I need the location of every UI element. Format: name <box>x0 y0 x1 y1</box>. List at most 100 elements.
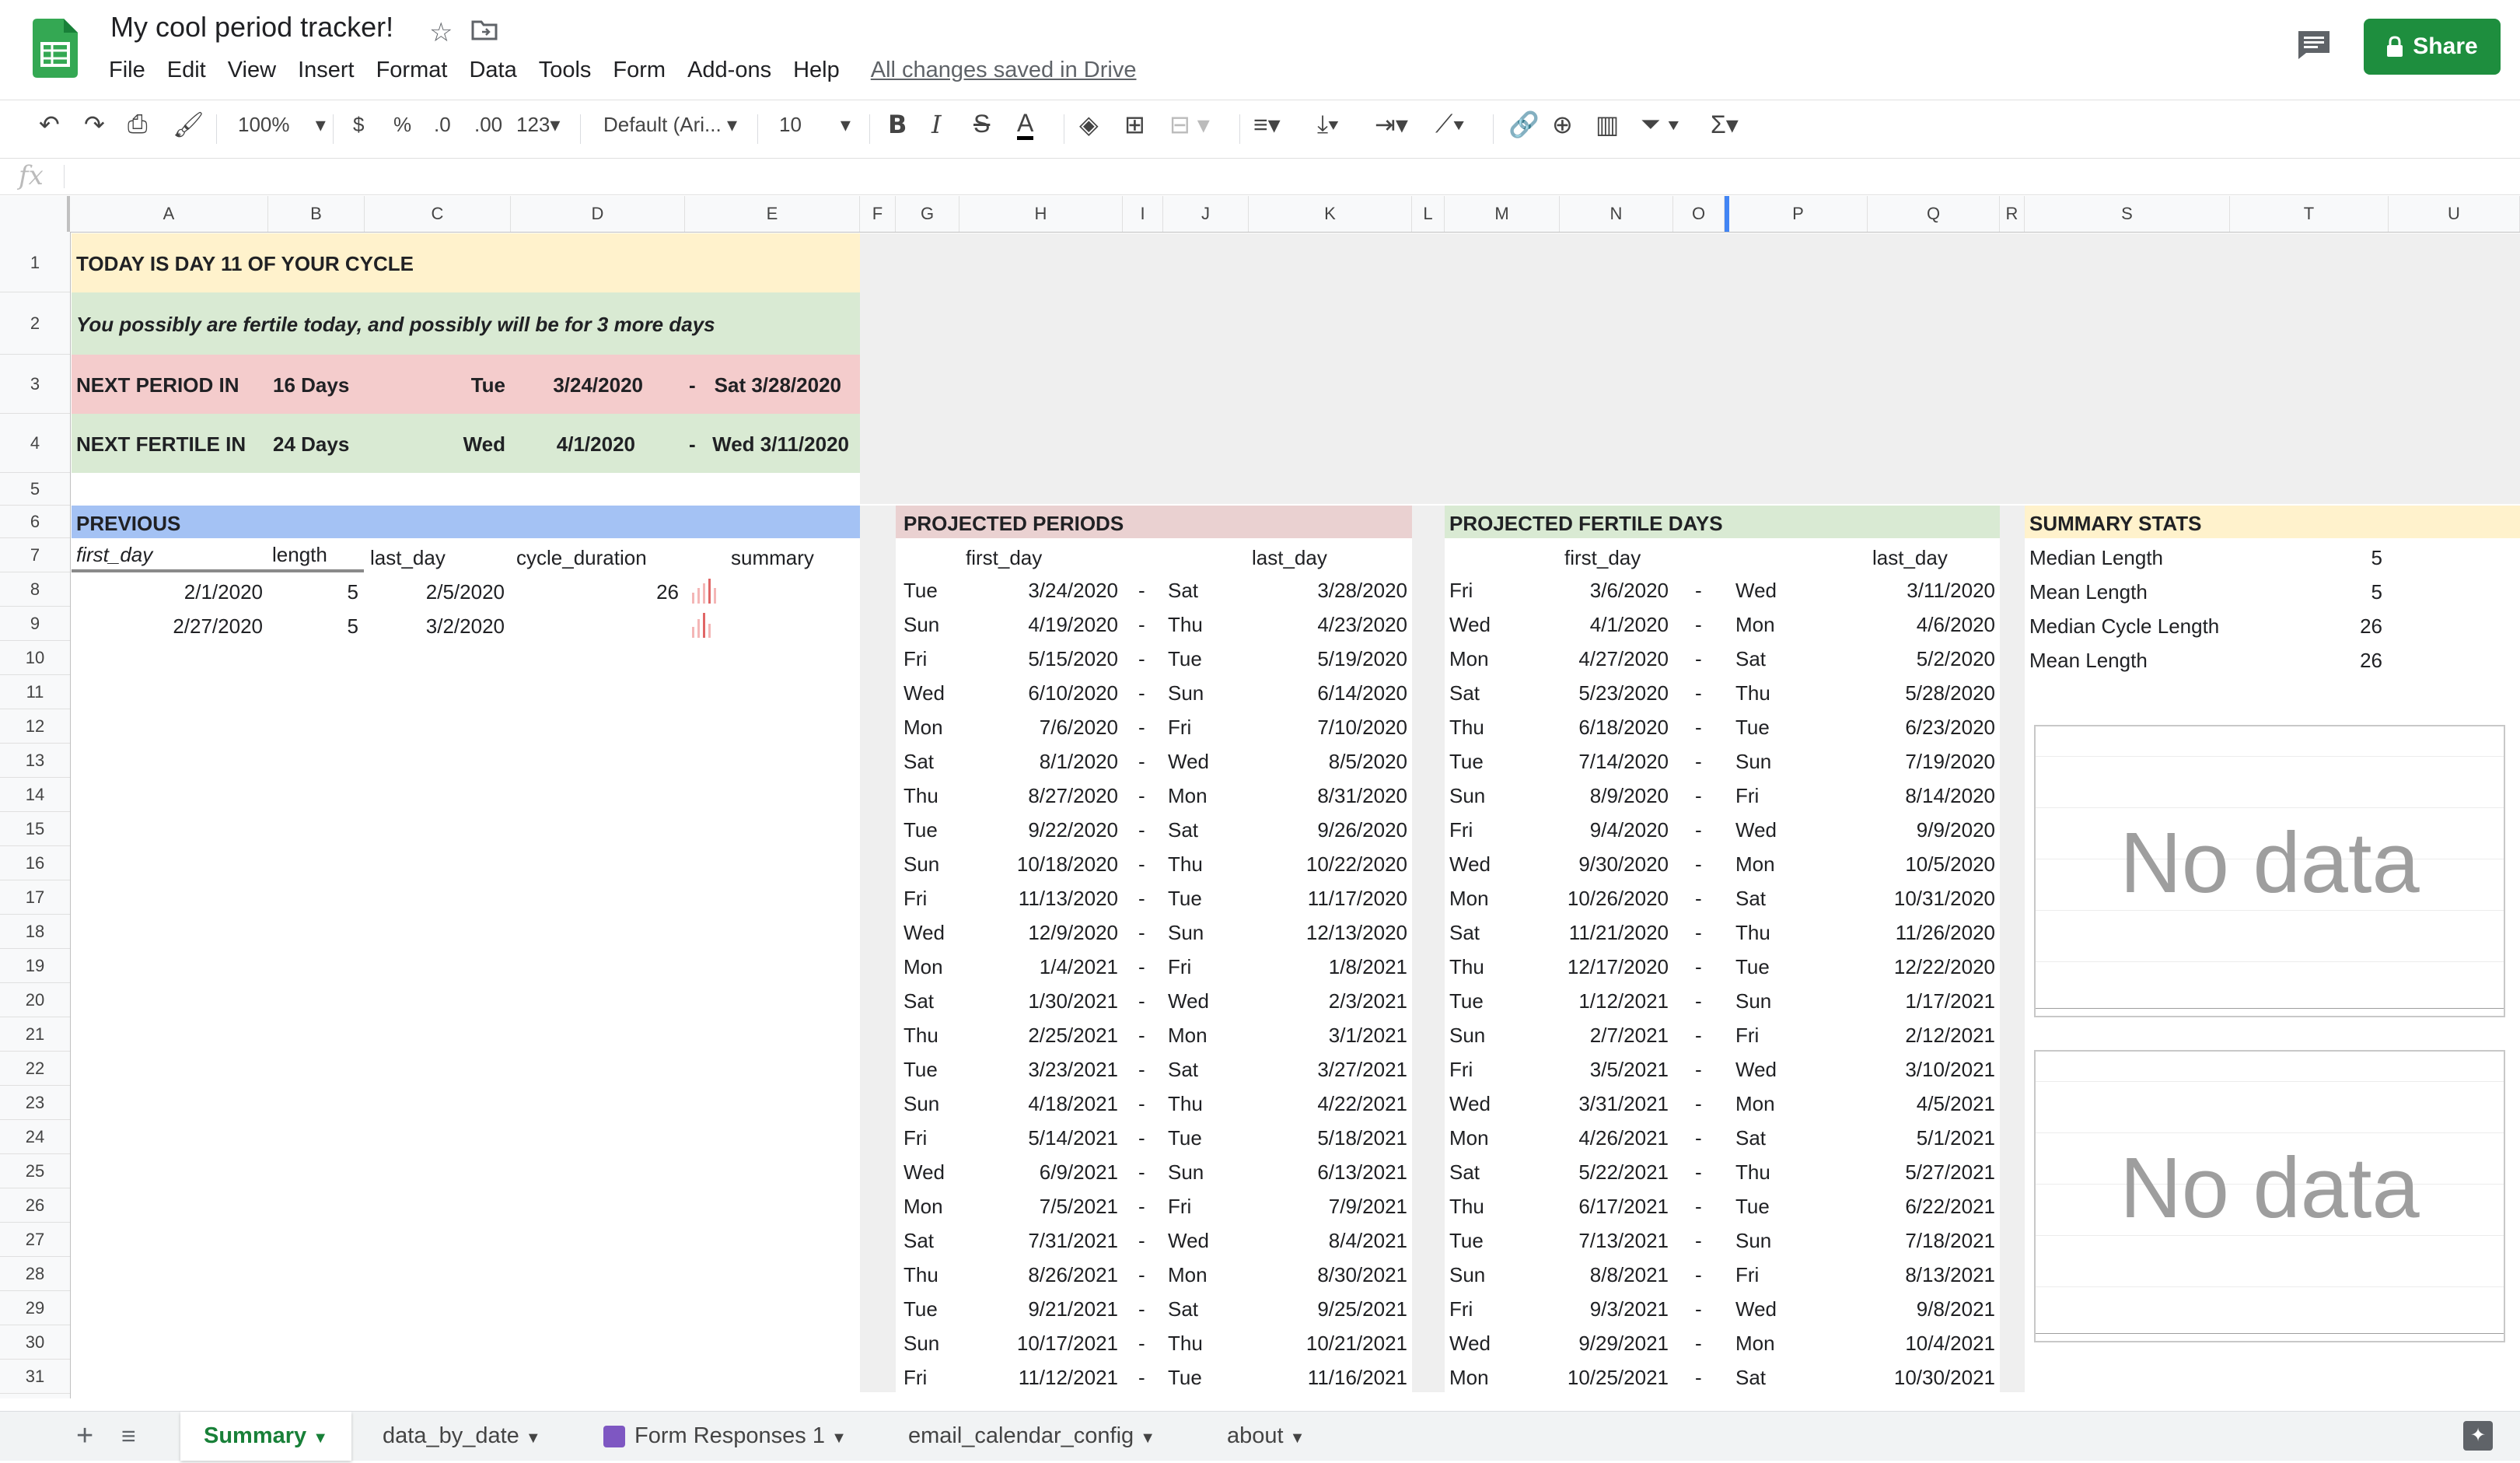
period-row-6-end-dow[interactable]: Wed <box>1168 750 1209 774</box>
period-row-18-end-dow[interactable]: Sun <box>1168 1160 1204 1185</box>
fertile-row-5-end-dow[interactable]: Tue <box>1735 716 1770 740</box>
stat-median-length-label[interactable]: Median Length <box>2029 546 2163 570</box>
period-row-5-end-date[interactable]: 7/10/2020 <box>1249 716 1407 740</box>
column-header-e[interactable]: E <box>685 196 860 232</box>
period-row-7-start-date[interactable]: 8/27/2020 <box>959 784 1118 808</box>
print-icon[interactable]: ⎙ <box>128 110 148 139</box>
period-row-17-end-dow[interactable]: Tue <box>1168 1126 1202 1150</box>
fertile-row-15-end-date[interactable]: 3/10/2021 <box>1868 1058 1995 1082</box>
fertile-row-21-start-date[interactable]: 8/8/2021 <box>1560 1263 1669 1287</box>
period-row-9-end-dow[interactable]: Thu <box>1168 852 1203 877</box>
previous-row-1-first-day[interactable]: 2/1/2020 <box>72 580 263 604</box>
fertile-row-10-start-date[interactable]: 10/26/2020 <box>1560 887 1669 911</box>
period-row-14-end-date[interactable]: 3/1/2021 <box>1249 1024 1407 1048</box>
fertile-row-9-end-date[interactable]: 10/5/2020 <box>1868 852 1995 877</box>
menu-edit[interactable]: Edit <box>167 58 206 83</box>
fertile-row-2-start-date[interactable]: 4/1/2020 <box>1560 613 1669 637</box>
stat-mean-cycle-length-label[interactable]: Mean Length <box>2029 649 2148 673</box>
filter-icon[interactable]: ⏷ ▾ <box>1641 110 1679 139</box>
previous-header[interactable]: PREVIOUS <box>76 512 180 536</box>
period-row-8-start-date[interactable]: 9/22/2020 <box>959 818 1118 842</box>
period-row-6-end-date[interactable]: 8/5/2020 <box>1249 750 1407 774</box>
period-row-20-end-dow[interactable]: Wed <box>1168 1229 1209 1253</box>
period-row-14-start-date[interactable]: 2/25/2021 <box>959 1024 1118 1048</box>
previous-row-1-last-day[interactable]: 2/5/2020 <box>365 580 505 604</box>
fertile-row-5-start-dow[interactable]: Thu <box>1449 716 1484 740</box>
fertile-row-15-start-date[interactable]: 3/5/2021 <box>1560 1058 1669 1082</box>
fertile-row-3-start-date[interactable]: 4/27/2020 <box>1560 647 1669 671</box>
column-header-p[interactable]: P <box>1725 196 1868 232</box>
fertile-row-19-end-dow[interactable]: Tue <box>1735 1195 1770 1219</box>
fertile-row-6-end-date[interactable]: 7/19/2020 <box>1868 750 1995 774</box>
fertile-row-4-end-date[interactable]: 5/28/2020 <box>1868 681 1995 705</box>
fertile-row-16-start-dow[interactable]: Wed <box>1449 1092 1491 1116</box>
percent-format-button[interactable]: % <box>393 113 411 137</box>
period-row-5-start-dow[interactable]: Mon <box>903 716 943 740</box>
column-header-i[interactable]: I <box>1123 196 1163 232</box>
fertile-row-11-end-date[interactable]: 11/26/2020 <box>1868 921 1995 945</box>
fertile-row-1-start-date[interactable]: 3/6/2020 <box>1560 579 1669 603</box>
fertile-row-7-start-dow[interactable]: Sun <box>1449 784 1485 808</box>
fertile-row-13-start-date[interactable]: 1/12/2021 <box>1560 989 1669 1013</box>
fertile-row-9-start-dow[interactable]: Wed <box>1449 852 1491 877</box>
next-fertile-dow[interactable]: Wed <box>435 432 505 457</box>
row-header-27[interactable]: 27 <box>0 1223 70 1257</box>
fertile-row-19-start-dow[interactable]: Thu <box>1449 1195 1484 1219</box>
period-row-1-start-date[interactable]: 3/24/2020 <box>959 579 1118 603</box>
fertile-row-23-end-date[interactable]: 10/4/2021 <box>1868 1332 1995 1356</box>
zoom-select[interactable]: 100% ▾ <box>238 113 326 137</box>
previous-row-2-first-day[interactable]: 2/27/2020 <box>72 614 263 639</box>
tab-about[interactable]: about ▼ <box>1227 1412 1305 1461</box>
row-header-15[interactable]: 15 <box>0 812 70 846</box>
period-row-3-start-date[interactable]: 5/15/2020 <box>959 647 1118 671</box>
fertile-row-4-start-dow[interactable]: Sat <box>1449 681 1480 705</box>
column-header-c[interactable]: C <box>365 196 511 232</box>
select-all-corner[interactable] <box>0 196 70 232</box>
period-row-7-end-dow[interactable]: Mon <box>1168 784 1208 808</box>
period-row-13-start-dow[interactable]: Sat <box>903 989 934 1013</box>
fertile-row-8-end-date[interactable]: 9/9/2020 <box>1868 818 1995 842</box>
period-row-12-end-dow[interactable]: Fri <box>1168 955 1191 979</box>
fertile-row-6-start-dow[interactable]: Tue <box>1449 750 1484 774</box>
fertile-row-18-end-date[interactable]: 5/27/2021 <box>1868 1160 1995 1185</box>
period-row-2-start-date[interactable]: 4/19/2020 <box>959 613 1118 637</box>
fertile-row-12-start-dow[interactable]: Thu <box>1449 955 1484 979</box>
period-row-21-end-date[interactable]: 8/30/2021 <box>1249 1263 1407 1287</box>
fertile-row-14-end-dow[interactable]: Fri <box>1735 1024 1759 1048</box>
tab-data-by-date[interactable]: data_by_date ▼ <box>383 1412 541 1461</box>
fertile-row-11-start-date[interactable]: 11/21/2020 <box>1560 921 1669 945</box>
row-header-4[interactable]: 4 <box>0 414 70 473</box>
period-row-14-start-dow[interactable]: Thu <box>903 1024 938 1048</box>
next-fertile-end[interactable]: Wed 3/11/2020 <box>700 432 849 457</box>
period-row-9-start-date[interactable]: 10/18/2020 <box>959 852 1118 877</box>
previous-row-1-sparkline[interactable] <box>690 577 722 604</box>
period-row-10-end-dow[interactable]: Tue <box>1168 887 1202 911</box>
comment-icon[interactable] <box>2297 30 2331 61</box>
period-row-3-end-dow[interactable]: Tue <box>1168 647 1202 671</box>
previous-col-last-day[interactable]: last_day <box>370 546 446 570</box>
fertile-row-7-start-date[interactable]: 8/9/2020 <box>1560 784 1669 808</box>
period-row-15-start-date[interactable]: 3/23/2021 <box>959 1058 1118 1082</box>
period-row-21-end-dow[interactable]: Mon <box>1168 1263 1208 1287</box>
row-header-5[interactable]: 5 <box>0 473 70 506</box>
text-color-icon[interactable]: A <box>1017 110 1034 140</box>
period-row-21-start-dow[interactable]: Thu <box>903 1263 938 1287</box>
fertile-row-22-start-date[interactable]: 9/3/2021 <box>1560 1297 1669 1321</box>
period-row-15-end-dow[interactable]: Sat <box>1168 1058 1198 1082</box>
row-header-26[interactable]: 26 <box>0 1188 70 1223</box>
row-header-9[interactable]: 9 <box>0 607 70 641</box>
text-wrapping-icon[interactable]: ⇥▾ <box>1375 110 1408 139</box>
fertile-row-13-end-dow[interactable]: Sun <box>1735 989 1771 1013</box>
period-row-22-start-dow[interactable]: Tue <box>903 1297 938 1321</box>
tab-email-calendar-config[interactable]: email_calendar_config ▼ <box>908 1412 1155 1461</box>
row-header-18[interactable]: 18 <box>0 915 70 949</box>
menu-help[interactable]: Help <box>793 58 840 83</box>
fertile-row-20-start-dow[interactable]: Tue <box>1449 1229 1484 1253</box>
move-folder-icon[interactable] <box>471 19 498 40</box>
row-header-3[interactable]: 3 <box>0 355 70 414</box>
fertile-status[interactable]: You possibly are fertile today, and poss… <box>76 313 715 337</box>
currency-format-button[interactable]: $ <box>353 113 364 137</box>
previous-col-first-day[interactable]: first_day <box>76 543 152 567</box>
period-row-14-end-dow[interactable]: Mon <box>1168 1024 1208 1048</box>
row-header-30[interactable]: 30 <box>0 1325 70 1360</box>
